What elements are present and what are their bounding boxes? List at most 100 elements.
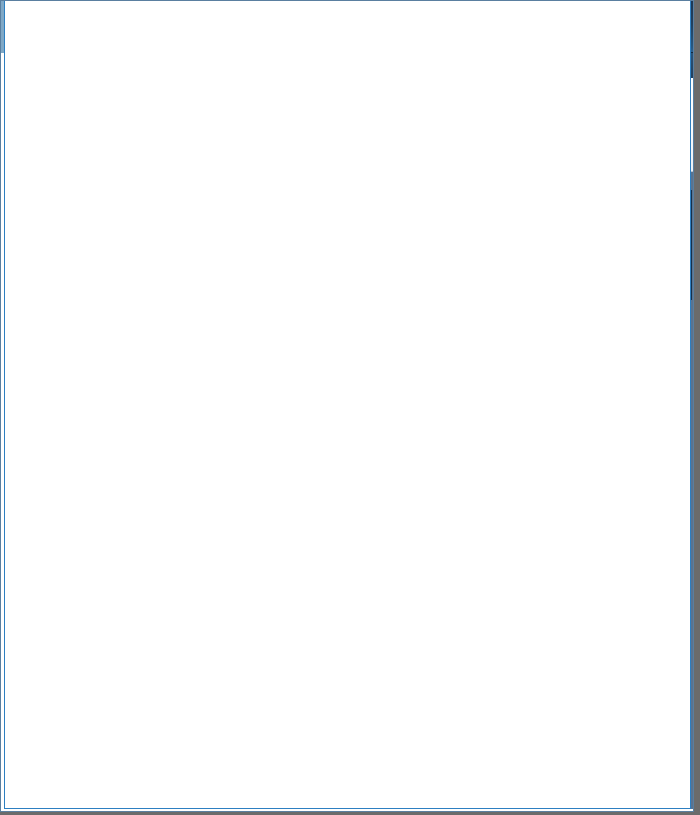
scroll-down-button[interactable]: [346, 294, 362, 309]
calendar-icon[interactable]: [376, 599, 393, 615]
scroll-left-button[interactable]: [540, 309, 556, 324]
close-glyph: ✕: [667, 8, 687, 26]
footer-save-button[interactable]: Save: [376, 752, 531, 773]
scrollbar-corner: [662, 308, 678, 323]
address-book-icon[interactable]: [591, 432, 609, 448]
ribbon-button-cut-label: Cut: [180, 91, 200, 103]
scroll-up-button[interactable]: [346, 212, 362, 227]
horizontal-scrollbar[interactable]: [540, 308, 662, 323]
scroll-up-button[interactable]: [663, 211, 679, 226]
maximize-icon[interactable]: [643, 8, 663, 26]
scroll-right-button[interactable]: [329, 310, 345, 325]
ribbon-group-spelling: ABC Spelling ▼ Spelling: [304, 78, 364, 171]
form-label-percent-complete: % Complete: [19, 404, 95, 419]
form-label-predecessors: Predecessors: [19, 213, 101, 228]
ribbon-tabstrip: Edit: [4, 53, 693, 78]
tab-edit[interactable]: Edit: [13, 57, 61, 79]
chevron-down-icon[interactable]: [374, 372, 390, 388]
ribbon-button-attach-file-label-2: File: [258, 129, 302, 141]
ribbon-button-delete-item-label-2: Item: [212, 128, 257, 140]
scroll-left-button[interactable]: [223, 310, 239, 325]
modified-user-link[interactable]: DEV1\administrator: [247, 769, 360, 783]
copy-pages-icon: [156, 113, 172, 129]
ribbon-button-copy-label: Copy: [159, 134, 188, 146]
page-scrollbar-thumb[interactable]: [685, 190, 692, 300]
ribbon-group-commit: Save ✕ Cancel Commit: [4, 78, 103, 171]
start-date-input[interactable]: [222, 566, 368, 585]
horizontal-scrollbar[interactable]: [223, 309, 345, 324]
calendar-icon[interactable]: [376, 568, 393, 584]
red-x-icon: ✕: [65, 86, 91, 112]
ribbon-button-paste-label: Paste: [110, 118, 154, 130]
page-scrollbar[interactable]: [684, 172, 693, 809]
form-row-due-date: Due Date: [4, 591, 686, 622]
vertical-scrollbar[interactable]: [345, 212, 361, 309]
task-edit-dialog-window: Tasks - test 2 ✕ Edit Save ✕ Cancel Comm…: [0, 0, 694, 812]
ribbon-button-cancel[interactable]: ✕ Cancel: [55, 86, 101, 130]
ribbon-button-spelling[interactable]: ABC Spelling ▼: [309, 85, 359, 135]
ribbon-group-actions-label: Actions: [209, 156, 302, 169]
scroll-right-button[interactable]: [646, 309, 662, 324]
add-predecessor-button[interactable]: Add >: [380, 255, 528, 275]
dialog-footer: Created at 4/2/2012 10:42 PM by DEV1\adm…: [4, 741, 686, 809]
percent-suffix: %: [319, 403, 330, 417]
form-row-assigned-to: Assigned To: [4, 424, 686, 454]
form-label-abarcode: ABarcode: [19, 631, 79, 646]
barcode-type-value: Code128: [228, 645, 282, 659]
titlebar-left-edge: [1, 1, 4, 53]
ribbon-group-actions: ✕ Delete Item Attach File Actions: [209, 78, 303, 171]
ribbon-button-attach-file[interactable]: Attach File: [258, 84, 302, 141]
remove-predecessor-button[interactable]: < Remove: [380, 289, 528, 309]
ribbon-group-spelling-label: Spelling: [304, 156, 363, 169]
ribbon-group-commit-label: Commit: [4, 156, 102, 169]
form-label-due-date: Due Date: [19, 600, 78, 615]
predecessors-chosen-listbox[interactable]: [539, 210, 679, 324]
ribbon-button-cut[interactable]: Cut: [156, 86, 206, 105]
ribbon-group-clipboard: Paste Cut Copy Clipboard: [104, 78, 208, 171]
close-icon[interactable]: ✕: [667, 8, 687, 26]
ribbon-button-paste[interactable]: Paste: [110, 84, 154, 130]
required-marker: *: [49, 182, 56, 197]
ribbon-button-copy[interactable]: Copy: [156, 110, 208, 148]
priority-select[interactable]: (2) Normal: [222, 340, 316, 360]
percent-complete-input[interactable]: [222, 400, 314, 419]
form-row-priority: Priority (2) Normal: [4, 334, 686, 365]
delete-x-icon: ✕: [220, 85, 250, 113]
ribbon: Save ✕ Cancel Commit Paste Cut: [4, 78, 693, 172]
predecessors-available-listbox[interactable]: test 2: [222, 211, 362, 325]
form-row-start-date: Start Date: [4, 560, 686, 591]
created-user-link[interactable]: DEV1\administrator: [214, 752, 327, 766]
form-label-start-date: Start Date: [19, 569, 83, 584]
title-input[interactable]: [222, 179, 614, 198]
status-select[interactable]: Not Started: [222, 370, 392, 390]
form-label-priority: Priority: [19, 343, 64, 358]
ribbon-button-save[interactable]: Save: [9, 85, 53, 130]
description-textarea[interactable]: ABC: [222, 461, 618, 533]
due-date-input[interactable]: [222, 597, 368, 616]
barcode-type-select[interactable]: Code128: [223, 642, 387, 662]
html-formatting-help-link[interactable]: Click for help about adding basic HTML f…: [223, 539, 528, 553]
vertical-scrollbar[interactable]: [662, 211, 678, 308]
barcode-text-input[interactable]: [223, 678, 385, 697]
created-prefix: Created at 4/2/2012 10:42 PM by: [19, 752, 214, 766]
form-label-assigned-to: Assigned To: [19, 433, 93, 448]
form-label-title-text: Title: [19, 181, 46, 196]
chevron-down-icon[interactable]: [298, 342, 314, 358]
abc-check-icon: ABC: [316, 85, 352, 113]
footer-cancel-button[interactable]: Cancel: [535, 752, 686, 773]
check-names-icon[interactable]: [570, 432, 587, 448]
form-label-status: Status: [19, 374, 59, 389]
ribbon-button-cancel-label: Cancel: [55, 118, 101, 130]
resize-grip[interactable]: [606, 521, 616, 531]
form-row-description: Description ABC Click for help about add…: [4, 454, 686, 560]
list-item[interactable]: test 2: [223, 212, 361, 230]
chevron-down-icon[interactable]: [369, 644, 385, 660]
scrollbar-corner: [345, 309, 361, 324]
form-row-predecessors: Predecessors test 2 Add > < Remove: [4, 204, 686, 334]
assigned-to-input[interactable]: [222, 429, 561, 450]
ribbon-button-save-label: Save: [9, 118, 53, 130]
scroll-down-button[interactable]: [663, 293, 679, 308]
ribbon-button-delete-item[interactable]: ✕ Delete Item: [212, 85, 257, 140]
status-select-value: Not Started: [227, 373, 296, 387]
barcode-text-label: Barcode Text:: [223, 663, 304, 677]
